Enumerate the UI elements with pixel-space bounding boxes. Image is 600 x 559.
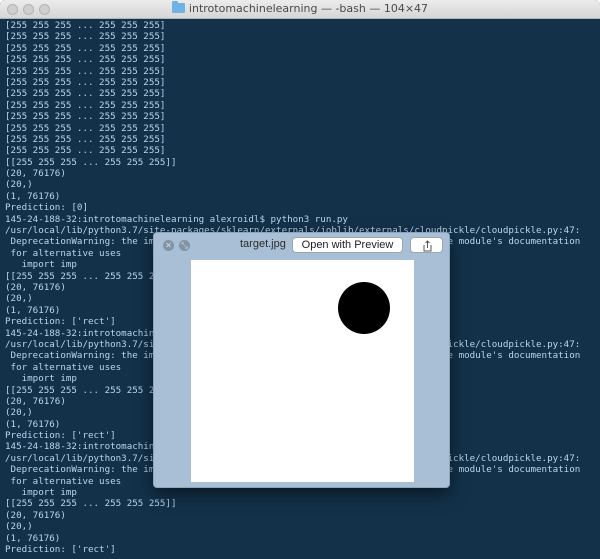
quicklook-filename: target.jpg — [240, 238, 286, 250]
terminal-line: (1, 76176) — [5, 190, 61, 202]
share-button[interactable] — [410, 237, 443, 253]
terminal-line: (20, 76176) — [5, 509, 66, 521]
terminal-line: import imp — [5, 487, 77, 499]
terminal-line: [255 255 255 ... 255 255 255] — [5, 99, 166, 111]
folder-icon — [171, 1, 185, 13]
terminal-line: [255 255 255 ... 255 255 255] — [5, 122, 166, 134]
terminal-line: [255 255 255 ... 255 255 255] — [5, 20, 166, 31]
window-title-container: introtomachinelearning — -bash — 104×47 — [0, 1, 600, 16]
terminal-scrollbar[interactable] — [595, 19, 600, 559]
terminal-line: (1, 76176) — [5, 532, 61, 544]
share-icon — [423, 240, 432, 252]
terminal-line: [255 255 255 ... 255 255 255] — [5, 31, 166, 43]
terminal-line: [255 255 255 ... 255 255 255] — [5, 76, 166, 88]
window-title: introtomachinelearning — -bash — 104×47 — [188, 2, 429, 15]
terminal-line: [255 255 255 ... 255 255 255] — [5, 65, 166, 77]
terminal-line: [255 255 255 ... 255 255 255] — [5, 145, 166, 157]
black-circle — [338, 282, 390, 334]
terminal-line: 145-24-188-32:introtomachinelearning ale… — [5, 213, 348, 225]
image-preview — [191, 260, 414, 482]
open-with-preview-button[interactable]: Open with Preview — [292, 237, 403, 253]
terminal-line: [255 255 255 ... 255 255 255] — [5, 133, 166, 145]
terminal-line: (20,) — [5, 179, 33, 191]
title-bar[interactable]: introtomachinelearning — -bash — 104×47 — [0, 0, 600, 19]
terminal-window: introtomachinelearning — -bash — 104×47 … — [0, 0, 600, 559]
terminal-line: [255 255 255 ... 255 255 255] — [5, 111, 166, 123]
terminal-line: (20, 76176) — [5, 168, 66, 180]
close-icon[interactable]: ✕ — [163, 240, 174, 251]
fullscreen-icon[interactable]: ⤡ — [179, 240, 190, 251]
terminal-line: [255 255 255 ... 255 255 255] — [5, 54, 166, 66]
terminal-line: (20,) — [5, 521, 33, 533]
terminal-line: Prediction: ['rect'] — [5, 543, 116, 555]
quicklook-panel: ✕ ⤡ target.jpg Open with Preview — [153, 232, 450, 488]
terminal-line: [255 255 255 ... 255 255 255] — [5, 88, 166, 100]
terminal-line: [[255 255 255 ... 255 255 255]] — [5, 156, 177, 168]
terminal-line: Prediction: [0] — [5, 202, 88, 214]
terminal-line: [255 255 255 ... 255 255 255] — [5, 42, 166, 54]
terminal-line: [[255 255 255 ... 255 255 255]] — [5, 498, 177, 510]
